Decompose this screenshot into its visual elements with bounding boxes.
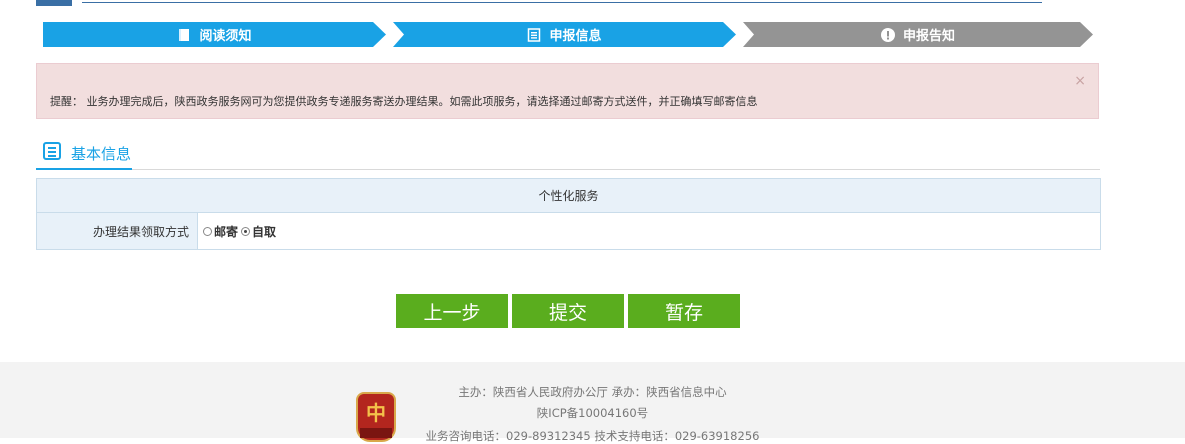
book-icon bbox=[177, 28, 191, 42]
footer-phones: 业务咨询电话：029-89312345 技术支持电话：029-63918256 bbox=[425, 429, 760, 443]
reminder-alert: × 提醒： 业务办理完成后，陕西政务服务网可为您提供政务专递服务寄送办理结果。如… bbox=[36, 63, 1099, 119]
section-divider bbox=[36, 169, 1100, 170]
step-declaration-notice[interactable]: 申报告知 bbox=[743, 22, 1093, 47]
radio-self-pickup[interactable] bbox=[241, 226, 251, 236]
pickup-method-options: 邮寄 自取 bbox=[198, 213, 1100, 249]
progress-steps: 阅读须知 申报信息 申报告知 bbox=[43, 22, 1093, 47]
list-icon bbox=[43, 142, 61, 160]
section-header: 基本信息 bbox=[36, 140, 1100, 170]
option-label: 邮寄 bbox=[214, 224, 239, 239]
submit-button[interactable]: 提交 bbox=[512, 294, 624, 328]
footer: 中 主办：陕西省人民政府办公厅 承办：陕西省信息中心 陕ICP备10004160… bbox=[0, 362, 1185, 443]
top-accent-line bbox=[82, 2, 1042, 3]
save-draft-button[interactable]: 暂存 bbox=[628, 294, 740, 328]
radio-mail[interactable] bbox=[203, 226, 212, 236]
form-list-icon bbox=[527, 28, 541, 42]
step-label: 申报信息 bbox=[549, 29, 602, 44]
step-application-info[interactable]: 申报信息 bbox=[393, 22, 736, 47]
section-underline bbox=[36, 168, 132, 170]
table-header: 个性化服务 bbox=[37, 179, 1100, 213]
close-icon[interactable]: × bbox=[1074, 74, 1086, 88]
option-self-pickup[interactable]: 自取 bbox=[241, 223, 276, 240]
step-label: 阅读须知 bbox=[199, 29, 252, 44]
row-label: 办理结果领取方式 bbox=[37, 213, 198, 249]
option-label: 自取 bbox=[252, 224, 277, 239]
previous-step-button[interactable]: 上一步 bbox=[396, 294, 508, 328]
alert-text: 提醒： 业务办理完成后，陕西政务服务网可为您提供政务专递服务寄送办理结果。如需此… bbox=[50, 95, 758, 108]
step-read-notice[interactable]: 阅读须知 bbox=[43, 22, 386, 47]
section-title: 基本信息 bbox=[71, 145, 132, 163]
option-mail[interactable]: 邮寄 bbox=[203, 223, 238, 240]
exclamation-circle-icon bbox=[881, 28, 895, 42]
step-label: 申报告知 bbox=[902, 29, 955, 44]
table-row: 办理结果领取方式 邮寄 自取 bbox=[37, 213, 1100, 249]
top-accent-block bbox=[36, 0, 72, 6]
service-table: 个性化服务 办理结果领取方式 邮寄 自取 bbox=[36, 178, 1101, 250]
footer-organizers: 主办：陕西省人民政府办公厅 承办：陕西省信息中心 bbox=[458, 385, 727, 399]
footer-icp[interactable]: 陕ICP备10004160号 bbox=[0, 405, 1185, 421]
